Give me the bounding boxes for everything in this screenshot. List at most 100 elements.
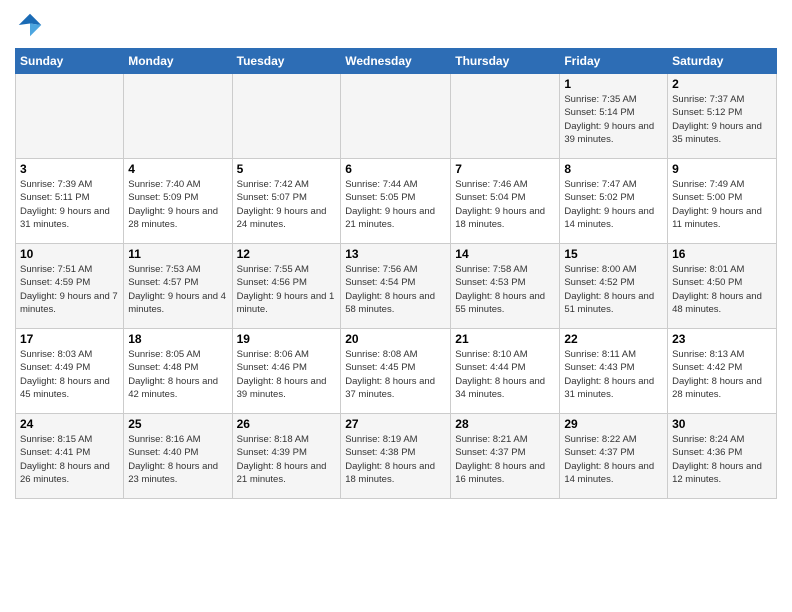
day-info: Sunrise: 7:44 AM Sunset: 5:05 PM Dayligh… bbox=[345, 178, 446, 231]
day-info: Sunrise: 8:03 AM Sunset: 4:49 PM Dayligh… bbox=[20, 348, 119, 401]
weekday-header-thursday: Thursday bbox=[451, 49, 560, 74]
day-number: 26 bbox=[237, 417, 337, 431]
day-info: Sunrise: 7:47 AM Sunset: 5:02 PM Dayligh… bbox=[564, 178, 663, 231]
calendar-cell: 19 Sunrise: 8:06 AM Sunset: 4:46 PM Dayli… bbox=[232, 329, 341, 414]
day-number: 22 bbox=[564, 332, 663, 346]
day-number: 8 bbox=[564, 162, 663, 176]
calendar-cell: 5 Sunrise: 7:42 AM Sunset: 5:07 PM Daylig… bbox=[232, 159, 341, 244]
day-number: 7 bbox=[455, 162, 555, 176]
day-number: 23 bbox=[672, 332, 772, 346]
day-number: 18 bbox=[128, 332, 227, 346]
day-number: 2 bbox=[672, 77, 772, 91]
day-info: Sunrise: 7:37 AM Sunset: 5:12 PM Dayligh… bbox=[672, 93, 772, 146]
day-info: Sunrise: 8:06 AM Sunset: 4:46 PM Dayligh… bbox=[237, 348, 337, 401]
calendar-header: SundayMondayTuesdayWednesdayThursdayFrid… bbox=[16, 49, 777, 74]
weekday-row: SundayMondayTuesdayWednesdayThursdayFrid… bbox=[16, 49, 777, 74]
page: SundayMondayTuesdayWednesdayThursdayFrid… bbox=[0, 0, 792, 612]
day-info: Sunrise: 8:11 AM Sunset: 4:43 PM Dayligh… bbox=[564, 348, 663, 401]
day-info: Sunrise: 7:49 AM Sunset: 5:00 PM Dayligh… bbox=[672, 178, 772, 231]
calendar-cell: 13 Sunrise: 7:56 AM Sunset: 4:54 PM Dayli… bbox=[341, 244, 451, 329]
calendar-week-1: 1 Sunrise: 7:35 AM Sunset: 5:14 PM Daylig… bbox=[16, 74, 777, 159]
day-info: Sunrise: 8:01 AM Sunset: 4:50 PM Dayligh… bbox=[672, 263, 772, 316]
calendar-cell: 16 Sunrise: 8:01 AM Sunset: 4:50 PM Dayli… bbox=[668, 244, 777, 329]
day-number: 15 bbox=[564, 247, 663, 261]
weekday-header-wednesday: Wednesday bbox=[341, 49, 451, 74]
calendar-cell bbox=[124, 74, 232, 159]
day-number: 25 bbox=[128, 417, 227, 431]
calendar-cell: 24Sunrise: 8:15 AM Sunset: 4:41 PM Dayli… bbox=[16, 414, 124, 499]
day-info: Sunrise: 7:39 AM Sunset: 5:11 PM Dayligh… bbox=[20, 178, 119, 231]
calendar-week-3: 10Sunrise: 7:51 AM Sunset: 4:59 PM Dayli… bbox=[16, 244, 777, 329]
day-number: 28 bbox=[455, 417, 555, 431]
calendar-cell: 12 Sunrise: 7:55 AM Sunset: 4:56 PM Dayli… bbox=[232, 244, 341, 329]
day-info: Sunrise: 7:56 AM Sunset: 4:54 PM Dayligh… bbox=[345, 263, 446, 316]
day-number: 5 bbox=[237, 162, 337, 176]
day-info: Sunrise: 7:42 AM Sunset: 5:07 PM Dayligh… bbox=[237, 178, 337, 231]
day-info: Sunrise: 8:22 AM Sunset: 4:37 PM Dayligh… bbox=[564, 433, 663, 486]
calendar-table: SundayMondayTuesdayWednesdayThursdayFrid… bbox=[15, 48, 777, 499]
day-number: 13 bbox=[345, 247, 446, 261]
day-number: 4 bbox=[128, 162, 227, 176]
day-info: Sunrise: 7:40 AM Sunset: 5:09 PM Dayligh… bbox=[128, 178, 227, 231]
day-info: Sunrise: 7:35 AM Sunset: 5:14 PM Dayligh… bbox=[564, 93, 663, 146]
logo bbox=[15, 10, 49, 40]
calendar-cell: 26 Sunrise: 8:18 AM Sunset: 4:39 PM Dayli… bbox=[232, 414, 341, 499]
logo-icon bbox=[15, 10, 45, 40]
day-number: 11 bbox=[128, 247, 227, 261]
calendar-cell bbox=[341, 74, 451, 159]
day-info: Sunrise: 8:05 AM Sunset: 4:48 PM Dayligh… bbox=[128, 348, 227, 401]
day-number: 1 bbox=[564, 77, 663, 91]
weekday-header-friday: Friday bbox=[560, 49, 668, 74]
calendar-cell: 28 Sunrise: 8:21 AM Sunset: 4:37 PM Dayli… bbox=[451, 414, 560, 499]
calendar-cell: 6Sunrise: 7:44 AM Sunset: 5:05 PM Daylig… bbox=[341, 159, 451, 244]
day-number: 12 bbox=[237, 247, 337, 261]
calendar-cell bbox=[16, 74, 124, 159]
day-number: 10 bbox=[20, 247, 119, 261]
day-number: 30 bbox=[672, 417, 772, 431]
calendar-cell: 15Sunrise: 8:00 AM Sunset: 4:52 PM Dayli… bbox=[560, 244, 668, 329]
calendar-cell: 22 Sunrise: 8:11 AM Sunset: 4:43 PM Dayli… bbox=[560, 329, 668, 414]
calendar-cell: 17 Sunrise: 8:03 AM Sunset: 4:49 PM Dayli… bbox=[16, 329, 124, 414]
day-number: 14 bbox=[455, 247, 555, 261]
calendar-cell: 30Sunrise: 8:24 AM Sunset: 4:36 PM Dayli… bbox=[668, 414, 777, 499]
day-info: Sunrise: 7:53 AM Sunset: 4:57 PM Dayligh… bbox=[128, 263, 227, 316]
calendar-cell: 11 Sunrise: 7:53 AM Sunset: 4:57 PM Dayli… bbox=[124, 244, 232, 329]
day-number: 29 bbox=[564, 417, 663, 431]
calendar-week-2: 3 Sunrise: 7:39 AM Sunset: 5:11 PM Daylig… bbox=[16, 159, 777, 244]
weekday-header-monday: Monday bbox=[124, 49, 232, 74]
header bbox=[15, 10, 777, 40]
calendar-cell: 9 Sunrise: 7:49 AM Sunset: 5:00 PM Daylig… bbox=[668, 159, 777, 244]
calendar-week-5: 24Sunrise: 8:15 AM Sunset: 4:41 PM Dayli… bbox=[16, 414, 777, 499]
day-info: Sunrise: 7:55 AM Sunset: 4:56 PM Dayligh… bbox=[237, 263, 337, 316]
calendar-cell bbox=[232, 74, 341, 159]
calendar-week-4: 17 Sunrise: 8:03 AM Sunset: 4:49 PM Dayli… bbox=[16, 329, 777, 414]
calendar-cell: 21 Sunrise: 8:10 AM Sunset: 4:44 PM Dayli… bbox=[451, 329, 560, 414]
day-number: 21 bbox=[455, 332, 555, 346]
day-info: Sunrise: 8:18 AM Sunset: 4:39 PM Dayligh… bbox=[237, 433, 337, 486]
day-info: Sunrise: 8:21 AM Sunset: 4:37 PM Dayligh… bbox=[455, 433, 555, 486]
day-info: Sunrise: 7:46 AM Sunset: 5:04 PM Dayligh… bbox=[455, 178, 555, 231]
day-number: 20 bbox=[345, 332, 446, 346]
calendar-cell: 25 Sunrise: 8:16 AM Sunset: 4:40 PM Dayli… bbox=[124, 414, 232, 499]
calendar-cell: 3 Sunrise: 7:39 AM Sunset: 5:11 PM Daylig… bbox=[16, 159, 124, 244]
calendar-cell: 2 Sunrise: 7:37 AM Sunset: 5:12 PM Daylig… bbox=[668, 74, 777, 159]
calendar-cell: 23 Sunrise: 8:13 AM Sunset: 4:42 PM Dayli… bbox=[668, 329, 777, 414]
day-number: 16 bbox=[672, 247, 772, 261]
day-number: 3 bbox=[20, 162, 119, 176]
day-number: 19 bbox=[237, 332, 337, 346]
calendar-cell: 8 Sunrise: 7:47 AM Sunset: 5:02 PM Daylig… bbox=[560, 159, 668, 244]
day-number: 9 bbox=[672, 162, 772, 176]
calendar-cell bbox=[451, 74, 560, 159]
day-info: Sunrise: 8:13 AM Sunset: 4:42 PM Dayligh… bbox=[672, 348, 772, 401]
day-number: 17 bbox=[20, 332, 119, 346]
day-info: Sunrise: 8:16 AM Sunset: 4:40 PM Dayligh… bbox=[128, 433, 227, 486]
day-info: Sunrise: 7:58 AM Sunset: 4:53 PM Dayligh… bbox=[455, 263, 555, 316]
calendar-cell: 29 Sunrise: 8:22 AM Sunset: 4:37 PM Dayli… bbox=[560, 414, 668, 499]
day-info: Sunrise: 8:10 AM Sunset: 4:44 PM Dayligh… bbox=[455, 348, 555, 401]
day-number: 27 bbox=[345, 417, 446, 431]
calendar-cell: 14 Sunrise: 7:58 AM Sunset: 4:53 PM Dayli… bbox=[451, 244, 560, 329]
day-number: 24 bbox=[20, 417, 119, 431]
calendar-cell: 7 Sunrise: 7:46 AM Sunset: 5:04 PM Daylig… bbox=[451, 159, 560, 244]
calendar-cell: 20 Sunrise: 8:08 AM Sunset: 4:45 PM Dayli… bbox=[341, 329, 451, 414]
day-info: Sunrise: 8:08 AM Sunset: 4:45 PM Dayligh… bbox=[345, 348, 446, 401]
